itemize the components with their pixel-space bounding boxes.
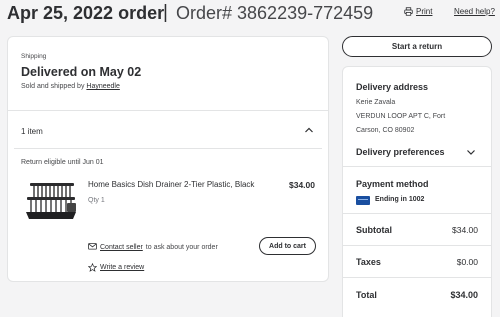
return-eligibility: Return eligible until Jun 01 [21,159,104,166]
shipment-card: Shipping Delivered on May 02 Sold and sh… [7,36,329,282]
order-date-title: Apr 25, 2022 order [7,3,165,23]
product-image[interactable] [23,177,79,225]
chevron-down-icon[interactable] [466,147,476,157]
delivery-address-title: Delivery address [356,82,429,92]
address-line-2: Carson, CO 80902 [356,127,415,134]
divider [8,110,328,111]
shipping-label: Shipping [21,53,47,60]
title-separator: | [163,2,168,23]
items-count: 1 item [21,127,43,136]
product-name[interactable]: Home Basics Dish Drainer 2-Tier Plastic,… [88,180,254,189]
delivery-preferences-title[interactable]: Delivery preferences [356,147,445,157]
start-return-button[interactable]: Start a return [342,36,492,57]
order-number: Order# 3862239-772459 [176,3,374,23]
sold-by: Sold and shipped by Hayneedle [21,83,120,90]
message-icon [88,243,97,250]
divider [343,277,491,278]
add-to-cart-button[interactable]: Add to cart [259,237,316,255]
chevron-up-icon[interactable] [304,125,314,135]
star-icon [88,263,97,272]
delivery-status: Delivered on May 02 [21,65,142,79]
print-link[interactable]: Print [404,7,432,16]
card-ending: Ending in 1002 [375,196,425,203]
taxes-value: $0.00 [456,257,478,267]
print-icon [404,7,413,16]
total-value: $34.00 [450,290,478,300]
taxes-label: Taxes [356,257,381,267]
sold-by-prefix: Sold and shipped by [21,83,85,90]
product-price: $34.00 [289,180,315,190]
write-review[interactable]: Write a review [88,263,144,272]
write-review-link[interactable]: Write a review [100,264,144,271]
subtotal-value: $34.00 [452,225,478,235]
help-link[interactable]: Need help? [454,7,495,16]
product-quantity: Qty 1 [88,197,105,204]
address-name: Kerie Zavala [356,99,396,106]
contact-seller: Contact seller to ask about your order [88,243,218,251]
contact-seller-link[interactable]: Contact seller [100,244,143,251]
credit-card-icon [356,196,370,205]
total-label: Total [356,290,377,300]
print-label: Print [416,7,433,16]
order-header: Apr 25, 2022 order | Order# 3862239-7724… [0,0,500,30]
contact-seller-suffix: to ask about your order [145,243,218,251]
seller-link[interactable]: Hayneedle [86,83,119,90]
divider [343,213,491,214]
divider [343,245,491,246]
payment-method-title: Payment method [356,179,429,189]
order-summary-card: Delivery address Kerie Zavala VERDUN LOO… [342,66,492,317]
divider [343,166,491,167]
subtotal-label: Subtotal [356,225,392,235]
divider [14,148,322,149]
address-line-1: VERDUN LOOP APT C, Fort [356,113,446,120]
